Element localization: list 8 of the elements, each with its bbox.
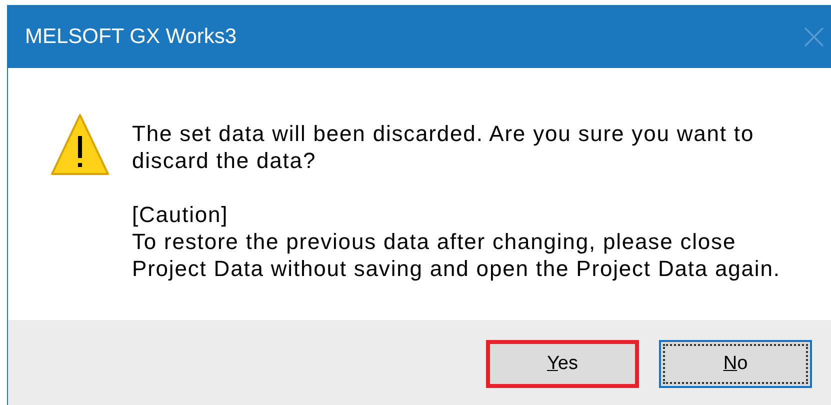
warning-icon: [50, 112, 110, 178]
message-text: The set data will been discarded. Are you sure you want to discard the data?: [132, 120, 756, 174]
yes-button[interactable]: Yes: [486, 340, 639, 388]
no-button[interactable]: No: [659, 340, 812, 388]
caution-text: To restore the previous data after changing, please close Project Data without saving and open the Project Data again.: [132, 228, 782, 282]
close-icon: [803, 26, 825, 48]
caution-heading: [Caution]: [132, 201, 230, 228]
window-title: MELSOFT GX Works3: [25, 25, 237, 49]
